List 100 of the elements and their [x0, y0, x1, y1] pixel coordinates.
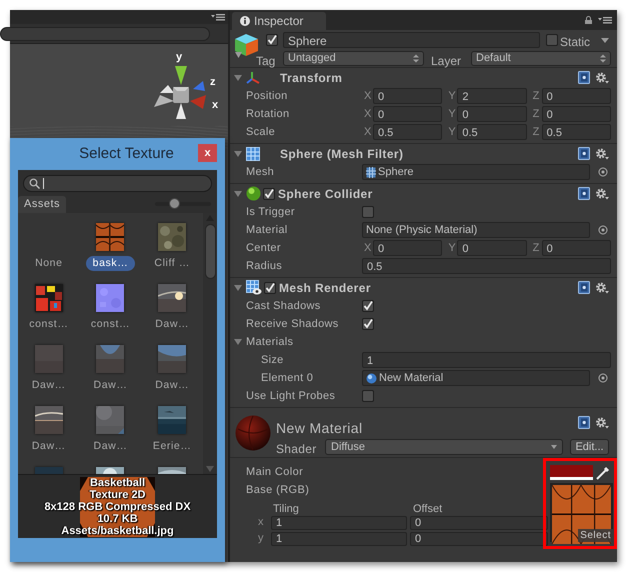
name-field[interactable]: Sphere — [283, 32, 540, 48]
input-field[interactable]: 1 — [271, 516, 407, 530]
enabled-checkbox[interactable] — [263, 188, 275, 200]
settings-icon[interactable] — [595, 416, 609, 428]
field-label: Materials — [246, 334, 294, 350]
component-title[interactable]: Transform — [280, 68, 342, 86]
select-button[interactable]: Select — [578, 529, 613, 542]
input-field[interactable]: 0.5 — [362, 258, 611, 274]
input-field[interactable]: 2 — [457, 88, 527, 104]
thumbnail-label[interactable]: const… — [27, 317, 70, 332]
thumbnail-label[interactable]: Daw… — [153, 317, 192, 332]
settings-icon[interactable] — [595, 148, 609, 160]
search-field[interactable] — [0, 26, 210, 40]
help-icon[interactable] — [578, 147, 590, 160]
axis-label: Z — [532, 106, 540, 122]
shader-dropdown[interactable]: Diffuse — [325, 439, 563, 455]
axis-label: y — [176, 52, 182, 63]
scrollbar[interactable] — [203, 213, 217, 474]
edit-button[interactable]: Edit... — [570, 439, 609, 455]
object-picker-icon[interactable] — [598, 225, 608, 235]
axis-label: Y — [447, 124, 457, 140]
foldout-arrow-icon[interactable] — [234, 284, 243, 292]
settings-icon[interactable] — [595, 188, 609, 200]
checkbox[interactable] — [362, 318, 374, 330]
enabled-checkbox[interactable] — [264, 282, 276, 294]
component-title[interactable]: Mesh Renderer — [279, 278, 371, 296]
object-field[interactable]: None (Physic Material) — [362, 222, 590, 238]
thumbnail-label[interactable]: Daw… — [92, 378, 130, 393]
input-field[interactable]: 0 — [457, 240, 527, 256]
lock-icon[interactable] — [585, 16, 592, 24]
input-field[interactable]: 0 — [373, 88, 442, 104]
thumbnail-label[interactable]: Daw… — [153, 378, 192, 393]
checkbox[interactable] — [362, 390, 374, 402]
thumbnail-label[interactable]: const… — [88, 317, 132, 332]
thumbnail-label[interactable]: Daw… — [30, 439, 68, 454]
component-title[interactable]: Sphere (Mesh Filter) — [280, 144, 404, 162]
dropdown-arrow-icon[interactable] — [601, 38, 609, 43]
input-field[interactable]: 1 — [271, 532, 407, 546]
object-field[interactable]: New Material — [362, 370, 590, 386]
tag-label: Tag — [256, 53, 276, 70]
input-field[interactable]: 1 — [362, 352, 611, 368]
thumbnail-label[interactable]: Daw… — [92, 439, 130, 454]
help-icon[interactable] — [578, 187, 590, 200]
field-label: Radius — [245, 258, 284, 274]
field-label: Mesh — [245, 164, 276, 180]
eyedropper-icon[interactable] — [596, 466, 610, 480]
input-field[interactable]: 0.5 — [373, 124, 442, 140]
axis-label: Y — [447, 240, 457, 256]
tab[interactable]: Inspector — [232, 12, 326, 30]
foldout-arrow-icon[interactable] — [234, 190, 243, 198]
axis-label: Z — [532, 240, 540, 256]
settings-icon[interactable] — [595, 282, 609, 294]
close-button[interactable]: x — [198, 144, 217, 162]
tab[interactable]: Assets — [18, 196, 66, 213]
static-checkbox[interactable] — [546, 34, 558, 46]
component-title[interactable]: Sphere Collider — [278, 184, 373, 202]
thumbnail-label[interactable]: Cliff … — [152, 256, 192, 271]
input-field[interactable]: 0.5 — [542, 124, 611, 140]
object-picker-icon[interactable] — [598, 167, 608, 177]
input-field[interactable]: 0 — [410, 532, 548, 546]
slider-thumb[interactable] — [168, 198, 180, 209]
color-swatch[interactable] — [550, 465, 593, 480]
input-field[interactable]: 0 — [457, 106, 527, 122]
search-icon — [29, 178, 40, 188]
preview-info-text: Texture 2D — [89, 488, 146, 500]
scrollbar-thumb[interactable] — [204, 224, 216, 279]
menu-icon[interactable] — [211, 13, 225, 21]
foldout-arrow-icon[interactable] — [234, 150, 243, 158]
layer-dropdown[interactable]: Default — [471, 51, 611, 66]
checkbox[interactable] — [362, 206, 374, 218]
input-field[interactable]: 0 — [542, 88, 611, 104]
menu-icon[interactable] — [598, 16, 612, 24]
object-field[interactable]: Sphere — [362, 164, 590, 180]
help-icon[interactable] — [578, 281, 590, 294]
foldout-arrow-icon[interactable] — [234, 74, 243, 82]
material-name: New Material — [276, 419, 362, 438]
foldout-arrow-icon[interactable] — [234, 338, 243, 346]
input-field[interactable]: 0 — [373, 240, 442, 256]
field-label: Element 0 — [260, 370, 314, 386]
thumbnail-label[interactable]: Daw… — [30, 378, 68, 393]
thumbnail-label[interactable]: bask… — [86, 256, 136, 271]
input-field[interactable]: 0 — [542, 106, 611, 122]
axis-label: x — [212, 100, 218, 111]
tag-dropdown[interactable]: Untagged — [283, 51, 424, 66]
help-icon[interactable] — [578, 416, 590, 429]
layer-label: Layer — [431, 53, 462, 70]
input-field[interactable]: 0 — [373, 106, 442, 122]
texture-slot[interactable]: Select — [550, 483, 613, 542]
help-icon[interactable] — [578, 71, 590, 84]
input-field[interactable]: 0 — [542, 240, 611, 256]
thumbnail-label[interactable]: Eerie… — [150, 439, 194, 454]
thumbnail-label[interactable]: None — [33, 256, 65, 271]
object-picker-icon[interactable] — [598, 373, 608, 383]
input-field[interactable]: 0 — [410, 516, 548, 530]
input-field[interactable]: 0.5 — [457, 124, 527, 140]
checkbox[interactable] — [362, 300, 374, 312]
active-checkbox[interactable] — [266, 34, 278, 46]
search-field[interactable] — [23, 174, 212, 192]
settings-icon[interactable] — [595, 72, 609, 84]
caret-icon — [551, 445, 557, 449]
